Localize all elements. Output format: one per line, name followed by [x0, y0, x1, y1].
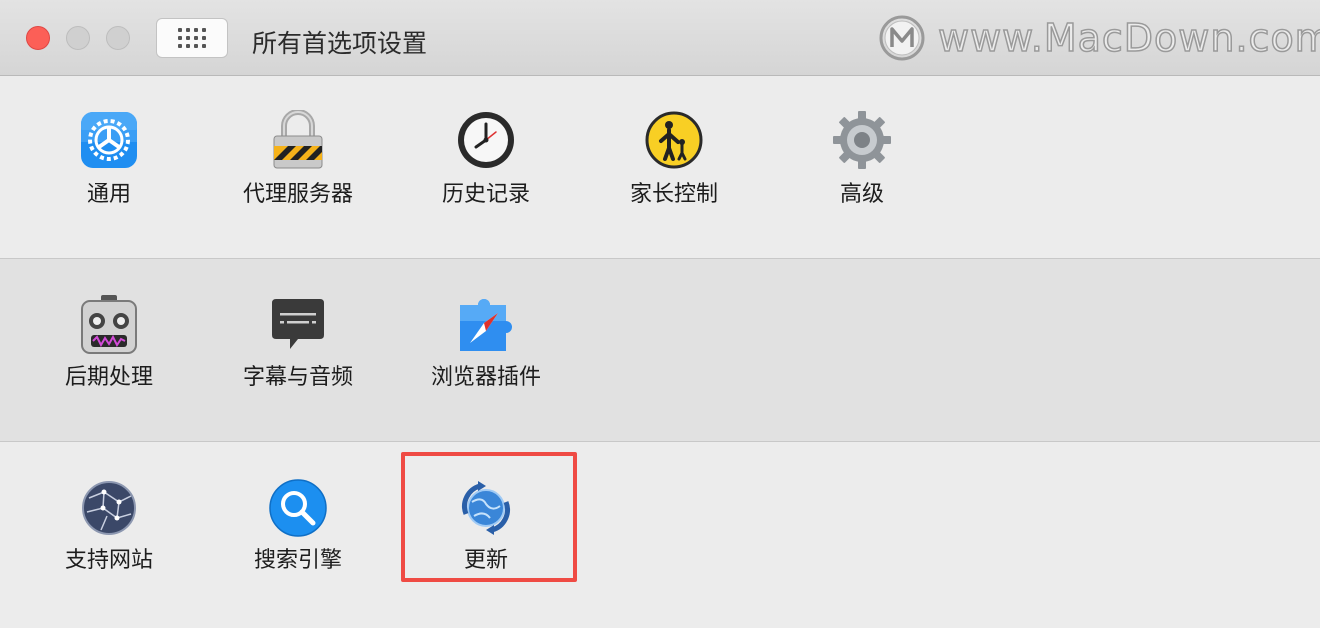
search-icon	[269, 479, 327, 537]
pref-label: 支持网站	[64, 548, 153, 573]
safari-puzzle-icon	[460, 299, 512, 351]
globe-icon	[82, 481, 136, 535]
pref-general[interactable]: 通用	[34, 76, 184, 259]
pref-history[interactable]: 历史记录	[411, 76, 561, 259]
pref-label: 字幕与音频	[242, 365, 353, 390]
pref-advanced[interactable]: 高级	[787, 76, 937, 259]
pref-label: 搜索引擎	[253, 548, 342, 573]
show-all-button[interactable]	[156, 18, 228, 58]
pref-post-processing[interactable]: 后期处理	[34, 259, 184, 442]
robot-icon	[81, 295, 137, 354]
highlight-box	[401, 452, 577, 582]
pref-parental-control[interactable]: 家长控制	[599, 76, 749, 259]
clock-icon	[458, 112, 514, 168]
preferences-row-2: 后期处理 字幕与音频 浏览器插件	[0, 259, 1320, 442]
gear-icon	[833, 111, 891, 169]
pref-label: 代理服务器	[242, 182, 353, 207]
preferences-window: 所有首选项设置 www.MacDown.com 通用 代理服务器 历史记录 家长…	[0, 0, 1320, 628]
subtitle-bubble-icon	[272, 299, 324, 349]
parental-control-icon	[645, 111, 703, 169]
pref-label: 后期处理	[64, 365, 153, 390]
pref-subtitles-audio[interactable]: 字幕与音频	[223, 259, 373, 442]
preferences-row-3: 支持网站 搜索引擎 更新	[0, 442, 1320, 628]
pref-support-website[interactable]: 支持网站	[34, 442, 184, 625]
pref-proxy[interactable]: 代理服务器	[223, 76, 373, 259]
pref-label: 高级	[839, 182, 884, 207]
lock-icon	[273, 110, 323, 169]
watermark-text: www.MacDown.com	[937, 15, 1320, 61]
grid-icon	[178, 28, 206, 48]
pref-search-engine[interactable]: 搜索引擎	[223, 442, 373, 625]
zoom-button[interactable]	[106, 26, 130, 50]
pref-label: 浏览器插件	[430, 365, 541, 390]
preferences-row-1: 通用 代理服务器 历史记录 家长控制 高级	[0, 76, 1320, 259]
pref-label: 通用	[86, 182, 131, 207]
watermark: www.MacDown.com	[878, 12, 1320, 64]
close-button[interactable]	[26, 26, 50, 50]
macdown-logo-icon	[879, 15, 925, 61]
window-title: 所有首选项设置	[252, 29, 428, 58]
pref-label: 家长控制	[629, 182, 718, 207]
pref-label: 历史记录	[441, 182, 530, 207]
pref-browser-extensions[interactable]: 浏览器插件	[411, 259, 561, 442]
minimize-button[interactable]	[66, 26, 90, 50]
title-bar: 所有首选项设置 www.MacDown.com	[0, 0, 1320, 76]
general-icon	[81, 112, 137, 168]
